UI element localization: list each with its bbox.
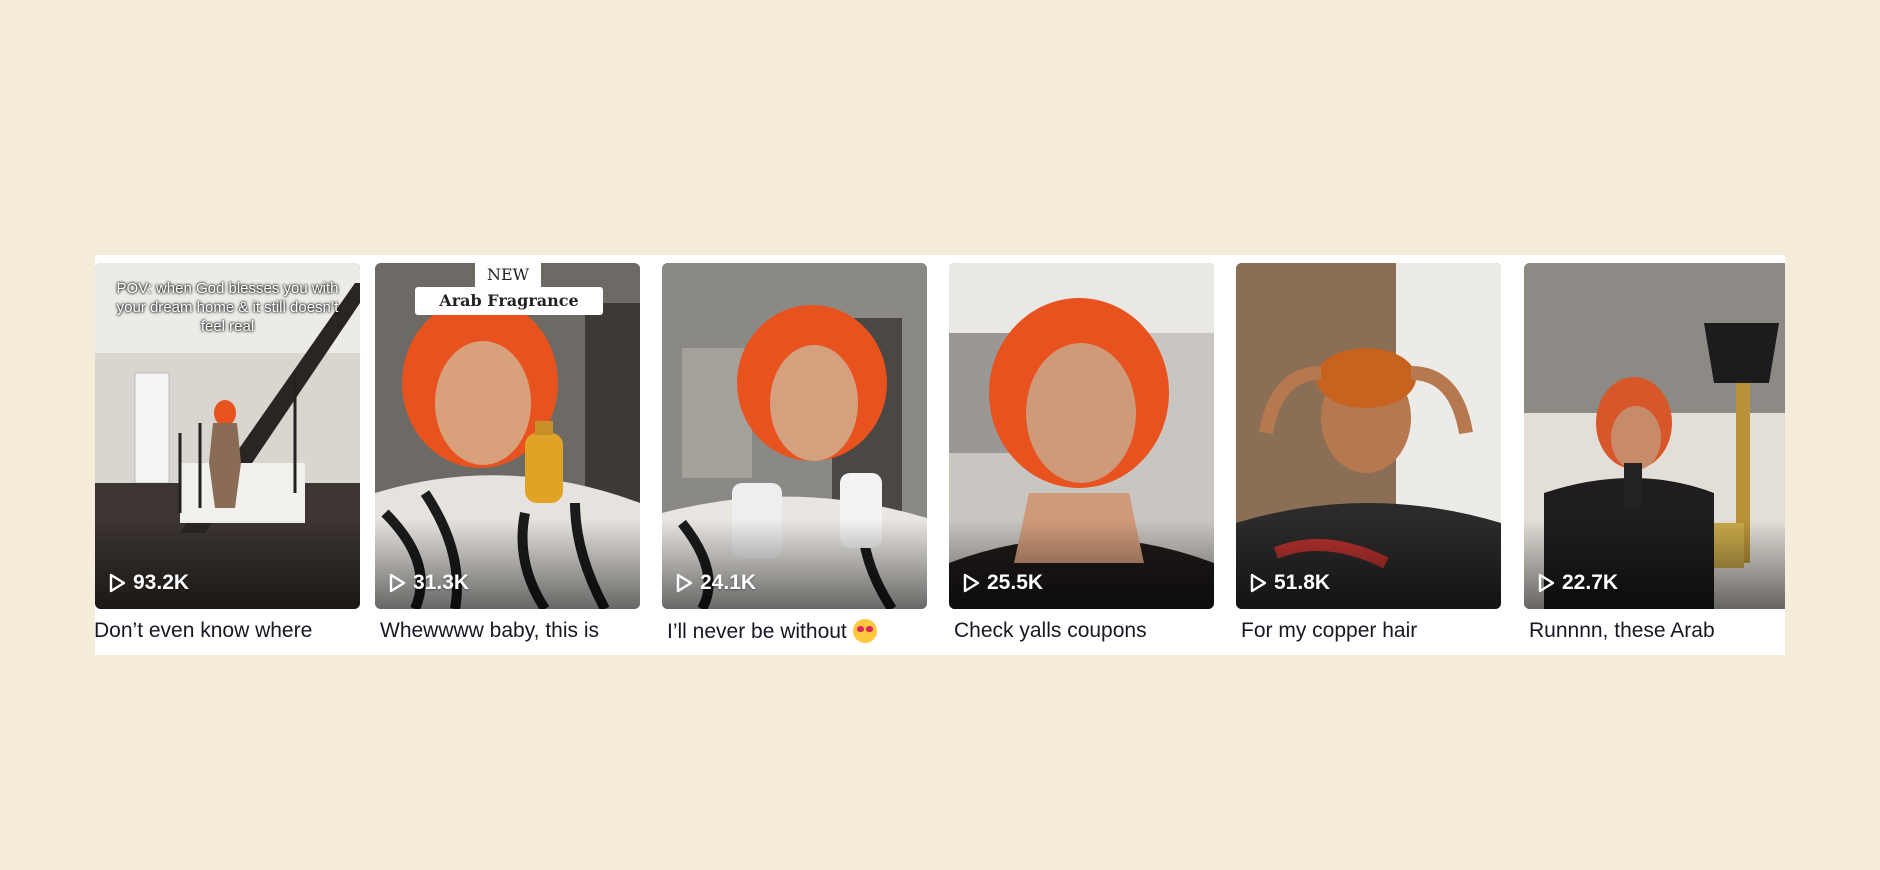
- video-overlay-text: POV: when God blesses you with your drea…: [116, 280, 339, 335]
- video-caption[interactable]: For my copper hair: [1236, 619, 1501, 643]
- video-card[interactable]: 51.8K For my copper hair: [1236, 263, 1501, 643]
- view-count-label: 93.2K: [133, 571, 190, 594]
- video-card[interactable]: 24.1K I’ll never be without: [662, 263, 927, 644]
- play-icon: [963, 573, 980, 593]
- video-caption[interactable]: Don’t even know where: [95, 619, 360, 643]
- new-badge: NEW: [475, 263, 541, 287]
- play-icon: [109, 573, 126, 593]
- video-card[interactable]: 25.5K Check yalls coupons: [949, 263, 1214, 643]
- video-thumbnail[interactable]: POV: when God blesses you with your drea…: [95, 263, 360, 609]
- video-thumbnail[interactable]: 51.8K: [1236, 263, 1501, 609]
- play-icon: [676, 573, 693, 593]
- video-caption[interactable]: Runnnn, these Arab: [1524, 619, 1785, 643]
- view-count-label: 31.3K: [413, 571, 470, 594]
- video-thumbnail[interactable]: 24.1K: [662, 263, 927, 609]
- view-count-label: 51.8K: [1274, 571, 1331, 594]
- play-icon: [1538, 573, 1555, 593]
- fragrance-badge: Arab Fragrance: [415, 287, 603, 315]
- video-thumbnail[interactable]: 22.7K: [1524, 263, 1785, 609]
- view-count: 93.2K: [107, 571, 189, 595]
- view-count: 31.3K: [387, 571, 469, 595]
- view-count: 22.7K: [1536, 571, 1618, 595]
- play-icon: [389, 573, 406, 593]
- view-count: 24.1K: [674, 571, 756, 595]
- video-caption[interactable]: I’ll never be without: [662, 619, 927, 644]
- star-struck-emoji-icon: [852, 619, 877, 643]
- video-caption[interactable]: Check yalls coupons: [949, 619, 1214, 643]
- video-thumbnail[interactable]: NEW Arab Fragrance 31.3K: [375, 263, 640, 609]
- view-count: 51.8K: [1248, 571, 1330, 595]
- view-count-label: 24.1K: [700, 571, 757, 594]
- video-caption[interactable]: Whewwww baby, this is: [375, 619, 640, 643]
- video-thumbnail[interactable]: 25.5K: [949, 263, 1214, 609]
- view-count: 25.5K: [961, 571, 1043, 595]
- video-card[interactable]: POV: when God blesses you with your drea…: [95, 263, 360, 643]
- view-count-label: 25.5K: [987, 571, 1044, 594]
- video-card[interactable]: NEW Arab Fragrance 31.3K Whewwww baby, t…: [375, 263, 640, 643]
- view-count-label: 22.7K: [1562, 571, 1619, 594]
- video-card[interactable]: 22.7K Runnnn, these Arab: [1524, 263, 1785, 643]
- video-grid: POV: when God blesses you with your drea…: [95, 255, 1785, 655]
- play-icon: [1250, 573, 1267, 593]
- video-caption-text: I’ll never be without: [667, 620, 847, 643]
